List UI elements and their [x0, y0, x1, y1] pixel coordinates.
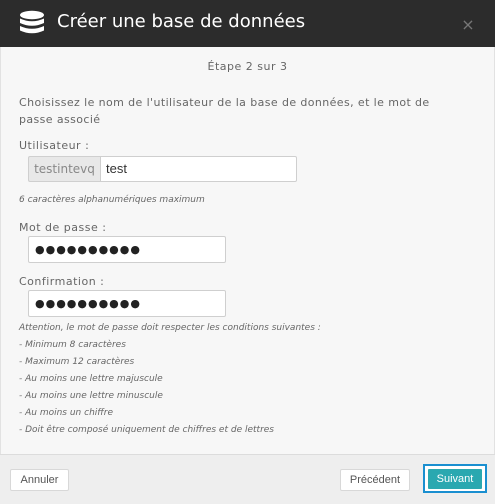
next-button[interactable]: Suivant: [428, 469, 482, 489]
user-prefix: testintevq: [28, 156, 100, 182]
rule-item: - Au moins un chiffre: [19, 408, 114, 418]
password-field[interactable]: ●●●●●●●●●●: [28, 236, 226, 263]
dialog-title: Créer une base de données: [57, 11, 306, 32]
confirmation-label: Confirmation :: [19, 275, 105, 288]
user-input[interactable]: test: [100, 156, 297, 182]
confirmation-field[interactable]: ●●●●●●●●●●: [28, 290, 226, 317]
rules-heading: Attention, le mot de passe doit respecte…: [19, 323, 321, 333]
dialog-titlebar: Créer une base de données ×: [0, 0, 495, 47]
password-rules: Attention, le mot de passe doit respecte…: [19, 320, 321, 439]
rule-item: - Doit être composé uniquement de chiffr…: [19, 425, 274, 435]
rule-item: - Au moins une lettre majuscule: [19, 374, 163, 384]
intro-text: Choisissez le nom de l'utilisateur de la…: [19, 96, 430, 126]
database-icon: [20, 10, 44, 34]
rule-item: - Maximum 12 caractères: [19, 357, 135, 367]
close-icon[interactable]: ×: [460, 17, 476, 33]
rule-item: - Au moins une lettre minuscule: [19, 391, 163, 401]
password-label: Mot de passe :: [19, 221, 107, 234]
rule-item: - Minimum 8 caractères: [19, 340, 126, 350]
user-hint: 6 caractères alphanumériques maximum: [19, 195, 205, 205]
user-label: Utilisateur :: [19, 139, 90, 152]
dialog-footer: [0, 454, 495, 504]
previous-button[interactable]: Précédent: [340, 469, 410, 491]
step-indicator: Étape 2 sur 3: [207, 60, 288, 73]
cancel-button[interactable]: Annuler: [10, 469, 69, 491]
